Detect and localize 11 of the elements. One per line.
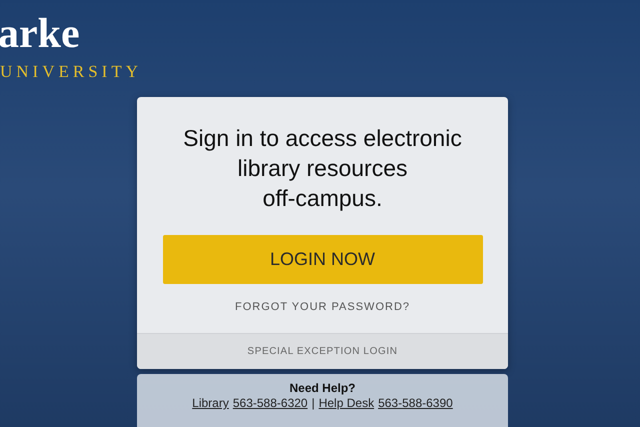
contact-label-link[interactable]: Help Desk xyxy=(318,396,374,410)
login-button[interactable]: LOGIN NOW xyxy=(162,235,482,284)
contact-label-link[interactable]: Library xyxy=(192,396,229,410)
phone-link[interactable]: 563-588-6320 xyxy=(232,396,308,410)
separator: | xyxy=(312,396,315,410)
logo-tagline: UNIVERSITY xyxy=(0,62,142,82)
forgot-password-link[interactable]: FORGOT YOUR PASSWORD? xyxy=(234,301,410,313)
card-heading: Sign in to access electronic library resources off-campus. xyxy=(183,124,462,213)
help-title: Need Help? xyxy=(289,381,356,395)
phone-link[interactable]: 563-588-6390 xyxy=(378,396,453,410)
special-exception-login-link[interactable]: SPECIAL EXCEPTION LOGIN xyxy=(137,333,508,369)
